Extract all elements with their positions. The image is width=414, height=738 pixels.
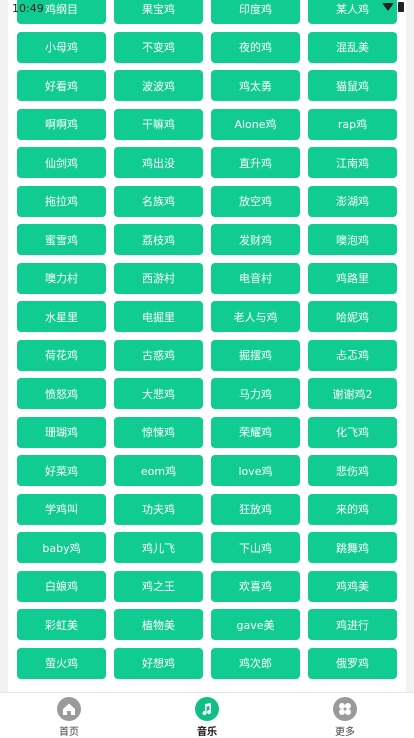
tag-button[interactable]: 干嘛鸡 xyxy=(114,108,203,140)
tag-button[interactable]: 大悲鸡 xyxy=(114,378,203,409)
status-bar: 10:49 xyxy=(0,0,414,18)
tag-button[interactable]: rap鸡 xyxy=(308,108,397,140)
tag-button[interactable]: 忐忑鸡 xyxy=(308,339,397,371)
status-icons xyxy=(382,2,404,12)
tag-button[interactable]: 彩虹美 xyxy=(17,609,106,640)
tag-button[interactable]: 古惑鸡 xyxy=(114,339,203,371)
tag-button[interactable]: 啊啊鸡 xyxy=(17,108,106,140)
tag-button[interactable]: Alone鸡 xyxy=(211,108,300,140)
nav-home-label: 首页 xyxy=(59,727,79,738)
tag-button[interactable]: 荔枝鸡 xyxy=(114,224,203,255)
tag-button[interactable]: 名族鸡 xyxy=(114,185,203,217)
tag-button[interactable]: 电音村 xyxy=(211,262,300,294)
bottom-nav: 首页 音乐 更多 xyxy=(0,692,414,738)
tag-button[interactable]: 愤怒鸡 xyxy=(17,378,106,409)
tag-button[interactable]: 鸡进行 xyxy=(308,609,397,640)
tag-button[interactable]: 夜的鸡 xyxy=(211,31,300,63)
tag-button[interactable]: 哈妮鸡 xyxy=(308,301,397,332)
nav-music[interactable]: 音乐 xyxy=(177,697,237,738)
tag-button[interactable]: 波波鸡 xyxy=(114,70,203,101)
tag-button[interactable]: 马力鸡 xyxy=(211,378,300,409)
tag-button[interactable]: love鸡 xyxy=(211,455,300,486)
battery-icon xyxy=(398,2,404,12)
tag-button[interactable]: 来的鸡 xyxy=(308,493,397,525)
tag-button[interactable]: 鸡次郎 xyxy=(211,647,300,679)
tag-button[interactable]: 拖拉鸡 xyxy=(17,185,106,217)
nav-more[interactable]: 更多 xyxy=(315,697,375,738)
nav-home[interactable]: 首页 xyxy=(39,697,99,738)
grid-more-icon xyxy=(333,697,357,721)
tag-button[interactable]: 俄罗鸡 xyxy=(308,647,397,679)
tag-button[interactable]: 老人与鸡 xyxy=(211,301,300,332)
home-icon xyxy=(57,697,81,721)
tag-button[interactable]: 猫鼠鸡 xyxy=(308,70,397,101)
tag-button[interactable]: 鸡太勇 xyxy=(211,70,300,101)
tag-button[interactable]: 电掘里 xyxy=(114,301,203,332)
tag-button[interactable]: 谢谢鸡2 xyxy=(308,378,397,409)
wifi-icon xyxy=(382,3,394,11)
tag-button[interactable]: 下山鸡 xyxy=(211,532,300,563)
tag-button[interactable]: 珊瑚鸡 xyxy=(17,416,106,448)
tag-button[interactable]: 荷花鸡 xyxy=(17,339,106,371)
tag-button[interactable]: 萤火鸡 xyxy=(17,647,106,679)
tag-button[interactable]: 江南鸡 xyxy=(308,147,397,178)
tag-button[interactable]: 鸡儿飞 xyxy=(114,532,203,563)
tag-button[interactable]: 白娘鸡 xyxy=(17,570,106,602)
tag-button[interactable]: 水星里 xyxy=(17,301,106,332)
tag-button[interactable]: 掘摆鸡 xyxy=(211,339,300,371)
tag-button[interactable]: 仙剑鸡 xyxy=(17,147,106,178)
tag-button[interactable]: 学鸡叫 xyxy=(17,493,106,525)
tag-button[interactable]: 放空鸡 xyxy=(211,185,300,217)
tag-button[interactable]: 植物美 xyxy=(114,609,203,640)
tag-button[interactable]: 悲伤鸡 xyxy=(308,455,397,486)
tag-button[interactable]: 狂放鸡 xyxy=(211,493,300,525)
tag-button[interactable]: 好想鸡 xyxy=(114,647,203,679)
tag-button[interactable]: 荣耀鸡 xyxy=(211,416,300,448)
nav-more-label: 更多 xyxy=(335,727,355,738)
tag-panel: 鸡纲目 果宝鸡 印度鸡 某人鸡 小母鸡 不变鸡 夜的鸡 混乱美 好看鸡 波波鸡 鸡太勇 猫鼠鸡 啊啊鸡干… xyxy=(8,0,406,692)
tag-button[interactable]: 噢泡鸡 xyxy=(308,224,397,255)
tag-button[interactable]: 欢喜鸡 xyxy=(211,570,300,602)
tag-button[interactable]: baby鸡 xyxy=(17,532,106,563)
status-time: 10:49 xyxy=(12,2,44,15)
tag-button[interactable]: 鸡之王 xyxy=(114,570,203,602)
tag-button[interactable]: 混乱美 xyxy=(308,31,397,63)
tag-grid: 鸡纲目 果宝鸡 印度鸡 某人鸡 小母鸡 不变鸡 夜的鸡 混乱美 好看鸡 波波鸡 鸡太勇 猫鼠鸡 啊啊鸡干… xyxy=(17,0,397,679)
nav-music-label: 音乐 xyxy=(197,727,217,738)
tag-button[interactable]: 噢力村 xyxy=(17,262,106,294)
tag-button[interactable]: 化飞鸡 xyxy=(308,416,397,448)
tag-button[interactable]: 惊悚鸡 xyxy=(114,416,203,448)
tag-button[interactable]: eom鸡 xyxy=(114,455,203,486)
tag-button[interactable]: 鸡鸡美 xyxy=(308,570,397,602)
tag-button[interactable]: 澎湖鸡 xyxy=(308,185,397,217)
tag-button[interactable]: 好菜鸡 xyxy=(17,455,106,486)
tag-button[interactable]: 小母鸡 xyxy=(17,31,106,63)
music-note-icon xyxy=(195,697,219,721)
tag-button[interactable]: 好看鸡 xyxy=(17,70,106,101)
tag-button[interactable]: 鸡出没 xyxy=(114,147,203,178)
tag-button[interactable]: 功夫鸡 xyxy=(114,493,203,525)
tag-button[interactable]: gave美 xyxy=(211,609,300,640)
tag-button[interactable]: 蜜雪鸡 xyxy=(17,224,106,255)
tag-button[interactable]: 跳舞鸡 xyxy=(308,532,397,563)
tag-button[interactable]: 鸡路里 xyxy=(308,262,397,294)
tag-button[interactable]: 不变鸡 xyxy=(114,31,203,63)
tag-button[interactable]: 西游村 xyxy=(114,262,203,294)
tag-button[interactable]: 直升鸡 xyxy=(211,147,300,178)
tag-button[interactable]: 发财鸡 xyxy=(211,224,300,255)
